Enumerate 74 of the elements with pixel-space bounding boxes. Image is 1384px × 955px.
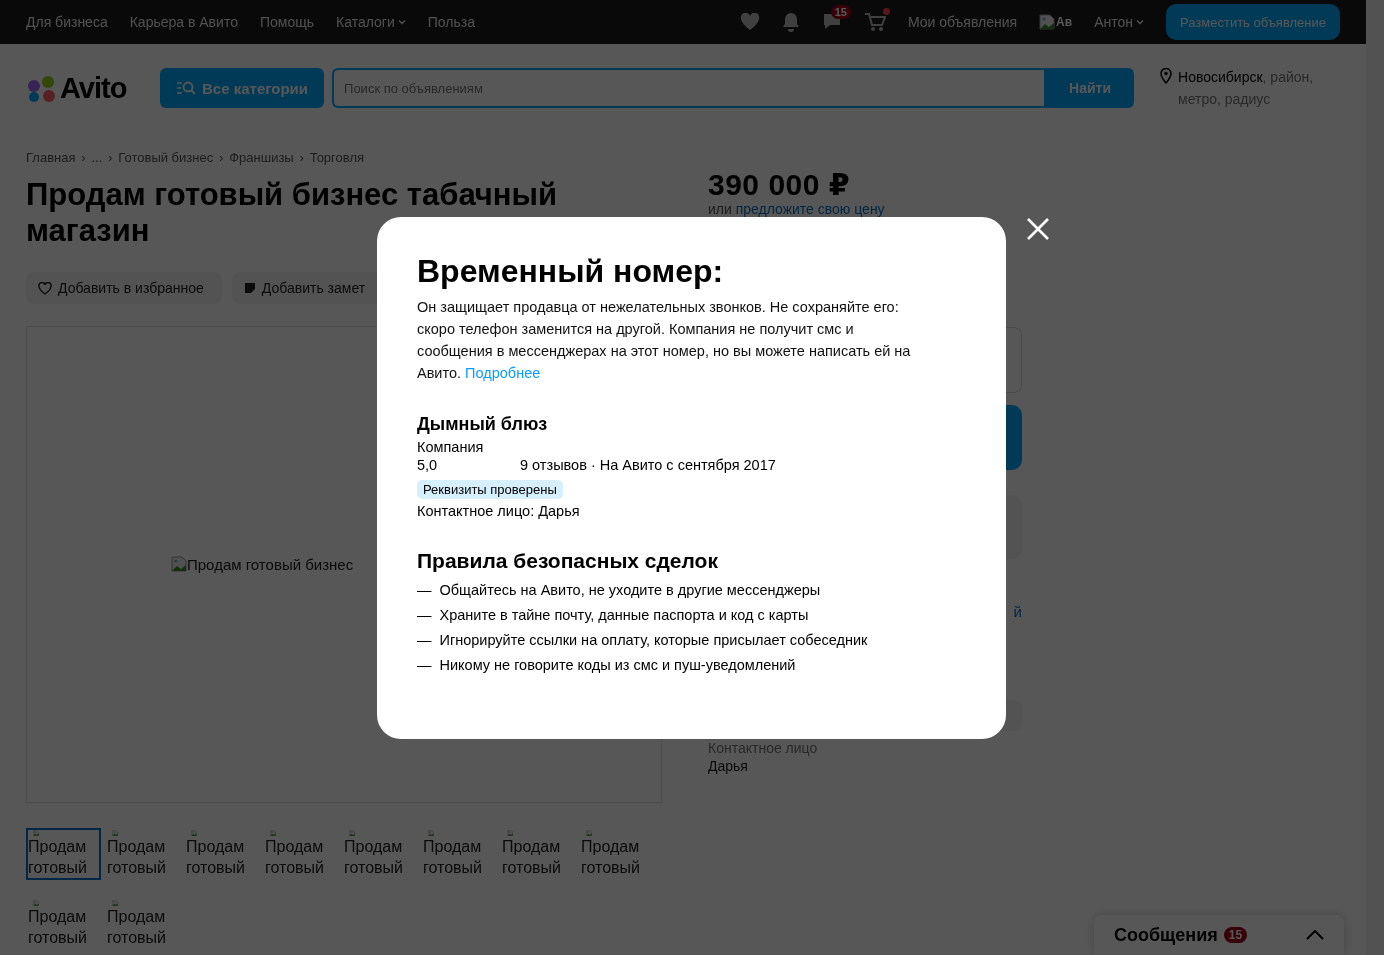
thumbnail[interactable]: Продам готовый	[26, 828, 101, 880]
price: 390 000 ₽	[708, 169, 852, 201]
notification-badge: 15	[830, 5, 851, 19]
category-search-icon	[176, 80, 196, 96]
rating-value: 5,0	[417, 457, 439, 473]
scrollbar[interactable]	[1366, 0, 1384, 955]
breadcrumb-link[interactable]: Торговля	[309, 150, 365, 165]
chevron-up-icon[interactable]	[1306, 930, 1324, 940]
post-ad-button[interactable]: Разместить объявление	[1166, 4, 1340, 40]
note-icon	[243, 282, 256, 294]
messenger-panel[interactable]: Сообщения 15	[1094, 915, 1344, 955]
thumbnail[interactable]: Продам готовый	[421, 828, 496, 880]
dash-mark: —	[417, 657, 432, 673]
breadcrumb-link[interactable]: ...	[91, 150, 103, 165]
breadcrumb-separator: ›	[81, 150, 86, 165]
nav-link[interactable]: Каталоги	[336, 14, 406, 30]
messenger-title: Сообщения	[1114, 924, 1218, 946]
nav-link[interactable]: Польза	[427, 14, 475, 30]
thumbnail[interactable]: Продам готовый	[105, 898, 180, 950]
rule-text: Храните в тайне почту, данные паспорта и код с карты	[439, 607, 809, 623]
rules-title: Правила безопасных сделок	[417, 549, 719, 573]
my-ads-link[interactable]: Мои объявления	[907, 14, 1018, 30]
listing-title: Продам готовый бизнес табачный магазин	[26, 177, 559, 249]
image-alt-text: Продам готовый бизнес	[187, 556, 354, 573]
breadcrumb-link[interactable]: Главная	[26, 150, 76, 165]
messages-badge: 15	[1223, 927, 1248, 943]
breadcrumb-link[interactable]: Франшизы	[229, 150, 294, 165]
contact-person: Контактное лицо: Дарья	[417, 503, 581, 519]
location-pin-icon	[1160, 68, 1173, 84]
favorite-button[interactable]: Добавить в избранное	[26, 272, 222, 304]
nav-link[interactable]: Карьера в Авито	[129, 14, 238, 30]
nav-link[interactable]: Помощь	[259, 14, 314, 30]
logo-text: Avito	[60, 72, 127, 105]
nav-link[interactable]: Для бизнеса	[26, 14, 108, 30]
dash-mark: —	[417, 632, 432, 648]
caret-icon	[1136, 19, 1144, 25]
bell-icon[interactable]	[781, 12, 800, 32]
rule-text: Никому не говорите коды из смс и пуш-уведомлений	[439, 657, 796, 673]
rule-text: Общайтесь на Авито, не уходите в другие мессенджеры	[439, 582, 821, 598]
thumbnail[interactable]: Продам готовый	[500, 828, 575, 880]
user-menu[interactable]: Антон	[1094, 14, 1144, 30]
dash-mark: —	[417, 582, 432, 598]
logo-icon	[26, 74, 58, 103]
cart-icon[interactable]	[863, 12, 886, 32]
thumbnail[interactable]: Продам готовый	[184, 828, 259, 880]
verified-badge: Реквизиты проверены	[417, 480, 563, 499]
seller-type: Компания	[417, 439, 485, 455]
rule-text: Игнорируйте ссылки на оплату, которые присылает собеседник	[439, 632, 868, 648]
modal-title: Временный номер:	[417, 253, 725, 290]
search-button[interactable]: Найти	[1046, 68, 1135, 108]
thumbnail[interactable]: Продам готовый	[26, 898, 101, 950]
price-offer-text: или предложите свою цену	[708, 201, 886, 217]
breadcrumb-separator: ›	[219, 150, 224, 165]
thumbnail[interactable]: Продам готовый	[105, 828, 180, 880]
breadcrumb-link[interactable]: Готовый бизнес	[118, 150, 214, 165]
heart-icon	[38, 281, 52, 295]
broken-image-icon	[171, 556, 187, 572]
avatar[interactable]: Ав	[1039, 14, 1073, 30]
breadcrumb-separator: ›	[108, 150, 113, 165]
categories-button[interactable]: Все категории	[160, 68, 325, 108]
offer-price-link[interactable]: предложите свою цену	[735, 201, 885, 217]
dash-mark: —	[417, 607, 432, 623]
thumbnail[interactable]: Продам готовый	[579, 828, 654, 880]
more-link[interactable]: Подробнее	[465, 365, 541, 381]
breadcrumb-separator: ›	[299, 150, 304, 165]
thumbnail[interactable]: Продам готовый	[263, 828, 338, 880]
broken-image-icon	[1039, 14, 1056, 30]
seller-name: Дымный блюз	[417, 414, 549, 435]
heart-icon[interactable]	[739, 13, 760, 31]
avatar-alt-text: Ав	[1056, 15, 1073, 29]
reviews-text: 9 отзывов · На Авито с сентября 2017	[520, 457, 776, 473]
contact-name: Дарья	[708, 758, 749, 774]
modal-description: Он защищает продавца от нежелательных звонков. Не сохраняйте его: скоро телефон заменится на другой. Компания не получит смс и сообщения в мессенджерах на этот номер, но вы можете написать ей на Авито. Подробнее	[417, 298, 912, 383]
thumbnail[interactable]: Продам готовый	[342, 828, 417, 880]
